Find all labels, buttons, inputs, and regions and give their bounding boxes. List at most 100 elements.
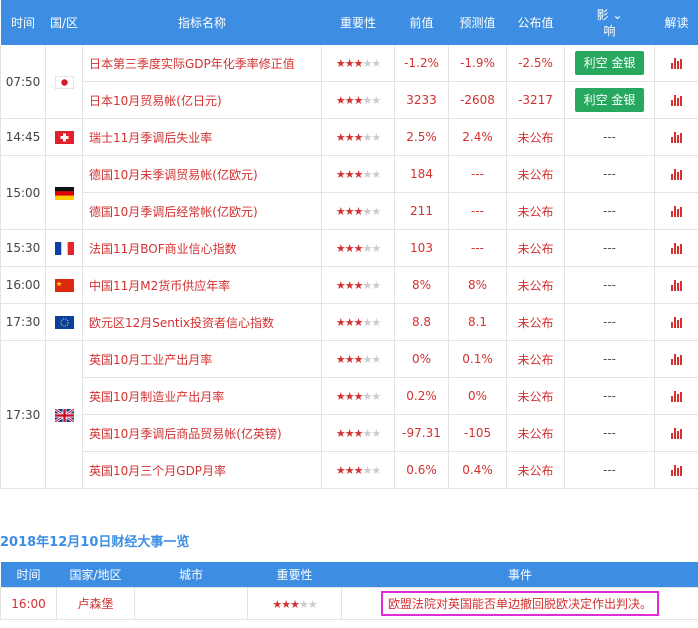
impact-value: ---	[603, 426, 616, 440]
interpret-cell[interactable]	[654, 155, 698, 193]
interpret-cell[interactable]	[654, 266, 698, 304]
interpret-cell[interactable]	[654, 192, 698, 230]
interpret-cell[interactable]	[654, 340, 698, 378]
indicator-name-link[interactable]: 英国10月三个月GDP月率	[82, 451, 322, 489]
star-filled-icon: ★	[281, 597, 291, 611]
star-empty-icon: ★	[371, 390, 381, 403]
actual-value: 未公布	[506, 303, 565, 341]
impact-label-text-1: 影	[596, 7, 609, 22]
previous-value: -97.31	[394, 414, 449, 452]
impact-button[interactable]: 利空 金银	[574, 88, 645, 112]
forecast-value: -1.9%	[448, 45, 507, 82]
bar-chart-icon[interactable]	[671, 206, 682, 217]
indicator-row: 英国10月三个月GDP月率 ★★★★★ 0.6% 0.4% 未公布 ---	[1, 451, 698, 489]
bar-chart-icon[interactable]	[671, 465, 682, 476]
actual-value: 未公布	[506, 155, 565, 193]
indicator-name-link[interactable]: 欧元区12月Sentix投资者信心指数	[82, 303, 322, 341]
france-flag	[54, 242, 74, 255]
star-empty-icon: ★	[371, 316, 381, 329]
impact-label: 影 ⌄ 响	[596, 8, 622, 38]
importance-stars: ★★★★★	[336, 57, 381, 70]
impact-value: ---	[603, 352, 616, 366]
star-empty-icon: ★	[371, 131, 381, 144]
bar-chart-icon[interactable]	[671, 391, 682, 402]
importance-cell: ★★★★★	[321, 45, 395, 82]
interpret-cell[interactable]	[654, 377, 698, 415]
col-importance: 重要性	[321, 0, 395, 45]
uk-flag	[53, 407, 75, 423]
events-section-title: 2018年12月10日财经大事一览	[0, 535, 190, 550]
col-time: 时间	[0, 0, 46, 45]
star-empty-icon: ★	[362, 94, 372, 107]
previous-value: 8%	[394, 266, 449, 304]
indicator-name-link[interactable]: 瑞士11月季调后失业率	[82, 118, 322, 156]
bar-chart-icon[interactable]	[671, 58, 682, 69]
interpret-cell[interactable]	[654, 118, 698, 156]
bar-chart-icon[interactable]	[671, 243, 682, 254]
actual-value: 未公布	[506, 414, 565, 452]
bar-chart-icon[interactable]	[671, 428, 682, 439]
star-filled-icon: ★	[335, 205, 346, 218]
flag-cell	[45, 266, 83, 304]
star-filled-icon: ★	[335, 390, 346, 403]
interpret-cell[interactable]	[654, 229, 698, 267]
bar-chart-icon[interactable]	[671, 169, 682, 180]
interpret-cell[interactable]	[654, 45, 698, 82]
actual-value: 未公布	[506, 340, 565, 378]
indicator-name-link[interactable]: 日本第三季度实际GDP年化季率修正值	[82, 45, 322, 82]
indicator-name-link[interactable]: 英国10月制造业产出月率	[82, 377, 322, 415]
star-empty-icon: ★	[371, 353, 381, 366]
eu-flag	[54, 316, 74, 329]
importance-cell: ★★★★★	[321, 155, 395, 193]
flag-cell	[45, 155, 83, 230]
bar-chart-icon[interactable]	[671, 317, 682, 328]
calendar-page: 时间 国/区 指标名称 重要性 前值 预测值 公布值 影 ⌄ 响 解读 07:50 日…	[0, 0, 698, 628]
indicator-row: 07:50 日本第三季度实际GDP年化季率修正值 ★★★★★ -1.2% -1.9% -2…	[0, 45, 698, 119]
impact-label-text-2: 响	[603, 23, 616, 38]
impact-button[interactable]: 利空 金银	[574, 51, 645, 75]
importance-stars: ★★★★★	[335, 390, 381, 403]
event-importance: ★★★★★	[247, 587, 342, 620]
time-cell: 17:30	[0, 303, 46, 341]
col-indicator: 指标名称	[82, 0, 322, 45]
time-cell: 15:00	[0, 155, 46, 230]
interpret-cell[interactable]	[654, 81, 698, 119]
event-time: 16:00	[0, 587, 57, 620]
bar-chart-icon[interactable]	[671, 132, 682, 143]
flag-cell	[45, 45, 83, 119]
indicator-row: 15:00 德国10月未季调贸易帐(亿欧元) ★★★★★ 184 --- 未公布 ---	[0, 155, 698, 230]
indicator-name-link[interactable]: 日本10月贸易帐(亿日元)	[82, 81, 322, 119]
indicator-name-link[interactable]: 英国10月工业产出月率	[82, 340, 322, 378]
indicator-name-link[interactable]: 德国10月季调后经常帐(亿欧元)	[82, 192, 322, 230]
star-empty-icon: ★	[371, 168, 381, 181]
indicator-name-link[interactable]: 英国10月季调后商品贸易帐(亿英镑)	[82, 414, 322, 452]
interpret-cell[interactable]	[654, 414, 698, 452]
previous-value: 8.8	[394, 303, 449, 341]
interpret-cell[interactable]	[654, 303, 698, 341]
events-body: 16:00 卢森堡 ★★★★★ 欧盟法院对英国能否单边撤回脱欧决定作出判决。	[0, 587, 698, 620]
indicator-name-link[interactable]: 中国11月M2货币供应年率	[82, 266, 322, 304]
event-region: 卢森堡	[56, 587, 135, 620]
time-cell: 07:50	[0, 45, 46, 119]
impact-cell: ---	[564, 118, 655, 156]
indicator-name-link[interactable]: 法国11月BOF商业信心指数	[82, 229, 322, 267]
flag-cell	[45, 340, 83, 489]
bar-chart-icon[interactable]	[671, 95, 682, 106]
interpret-cell[interactable]	[654, 451, 698, 489]
bar-chart-icon[interactable]	[671, 280, 682, 291]
col-impact-dropdown[interactable]: 影 ⌄ 响	[564, 0, 655, 45]
impact-value: ---	[603, 315, 616, 329]
impact-value: ---	[603, 241, 616, 255]
event-city	[134, 587, 248, 620]
importance-stars: ★★★★★	[336, 279, 381, 292]
indicator-body: 07:50 日本第三季度实际GDP年化季率修正值 ★★★★★ -1.2% -1.9% -2…	[0, 45, 698, 489]
star-filled-icon: ★	[335, 427, 346, 440]
indicator-name-link[interactable]: 德国10月未季调贸易帐(亿欧元)	[82, 155, 322, 193]
previous-value: 0%	[394, 340, 449, 378]
events-col-city: 城市	[134, 562, 248, 588]
forecast-value: 2.4%	[448, 118, 507, 156]
events-col-time: 时间	[0, 562, 57, 588]
importance-stars: ★★★★★	[336, 464, 381, 477]
star-filled-icon: ★	[344, 94, 355, 107]
bar-chart-icon[interactable]	[671, 354, 682, 365]
